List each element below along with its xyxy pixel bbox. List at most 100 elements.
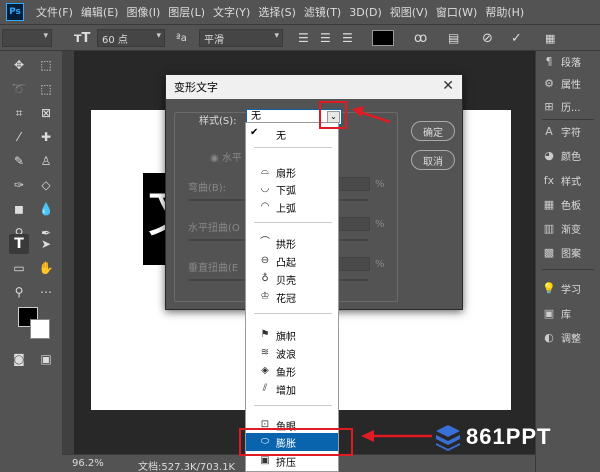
cancel-edit-icon[interactable]: ⊘ bbox=[482, 29, 493, 47]
eraser-tool-icon[interactable]: ◇ bbox=[36, 175, 56, 195]
character-panel-icon[interactable]: ▤ bbox=[448, 29, 459, 47]
commit-edit-icon[interactable]: ✓ bbox=[511, 29, 522, 47]
screen-mode-icon[interactable]: ▣ bbox=[36, 349, 56, 369]
3d-text-icon[interactable]: ▦ bbox=[545, 29, 555, 47]
align-left-icon[interactable]: ☰ bbox=[298, 29, 309, 47]
healing-brush-icon[interactable]: ✚ bbox=[36, 127, 56, 147]
panel-properties[interactable]: ⚙ 属性 bbox=[536, 73, 600, 93]
menu-select[interactable]: 选择(S) bbox=[254, 4, 300, 20]
dropdown-item-arch[interactable]: ⌒ 拱形 bbox=[246, 234, 338, 252]
dialog-title: 变形文字 bbox=[174, 81, 218, 94]
options-bar: ▾ ᴛT 60 点 ▾ ªa 平滑 ▾ ☰ ☰ ☰ ꝏ ▤ ⊘ ✓ ▦ bbox=[0, 25, 600, 51]
align-right-icon[interactable]: ☰ bbox=[342, 29, 353, 47]
type-tool-icon[interactable]: T bbox=[9, 234, 29, 254]
history-brush-icon[interactable]: ✑ bbox=[9, 175, 29, 195]
dropdown-item-wave[interactable]: ≋ 波浪 bbox=[246, 344, 338, 362]
menu-layer[interactable]: 图层(L) bbox=[164, 4, 209, 20]
annotation-highlight-box bbox=[239, 428, 353, 456]
menu-image[interactable]: 图像(I) bbox=[122, 4, 164, 20]
lasso-tool-icon[interactable]: ➰ bbox=[9, 79, 29, 99]
shape-tool-icon[interactable]: ▭ bbox=[9, 258, 29, 278]
align-center-icon[interactable]: ☰ bbox=[320, 29, 331, 47]
panel-patterns[interactable]: ▩ 图案 bbox=[536, 242, 600, 262]
eyedropper-tool-icon[interactable]: ⁄ bbox=[9, 127, 29, 147]
cancel-button[interactable]: 取消 bbox=[411, 150, 455, 170]
menu-help[interactable]: 帮助(H) bbox=[481, 4, 528, 20]
divider bbox=[254, 147, 332, 148]
shell-lower-icon: ♁ bbox=[261, 273, 269, 284]
menu-window[interactable]: 窗口(W) bbox=[432, 4, 481, 20]
dropdown-item-arc-lower[interactable]: ◡ 下弧 bbox=[246, 180, 338, 198]
blur-tool-icon[interactable]: 💧 bbox=[36, 199, 56, 219]
bend-input[interactable] bbox=[336, 177, 370, 191]
crop-tool-icon[interactable]: ⌗ bbox=[9, 103, 29, 123]
hdistort-input[interactable] bbox=[336, 217, 370, 231]
dropdown-item-rise[interactable]: ⫽ 增加 bbox=[246, 380, 338, 398]
gradient-tool-icon[interactable]: ◼ bbox=[9, 199, 29, 219]
path-select-icon[interactable]: ➤ bbox=[36, 234, 56, 254]
dropdown-item-flag[interactable]: ⚑ 旗帜 bbox=[246, 326, 338, 344]
menu-view[interactable]: 视图(V) bbox=[386, 4, 432, 20]
chevron-down-icon: ▾ bbox=[43, 31, 48, 41]
panel-label: 颜色 bbox=[561, 151, 581, 163]
menu-filter[interactable]: 滤镜(T) bbox=[300, 4, 345, 20]
divider bbox=[542, 269, 594, 270]
panel-learn[interactable]: 💡 学习 bbox=[536, 278, 600, 298]
dropdown-item-arc-upper[interactable]: ◠ 上弧 bbox=[246, 198, 338, 216]
ok-button[interactable]: 确定 bbox=[411, 121, 455, 141]
panel-styles[interactable]: fx 样式 bbox=[536, 170, 600, 190]
dropdown-item-bulge[interactable]: ⊖ 凸起 bbox=[246, 252, 338, 270]
warp-text-icon[interactable]: ꝏ bbox=[414, 29, 427, 47]
history-icon: ⊞ bbox=[544, 99, 554, 113]
dropdown-item-label: 挤压 bbox=[276, 458, 296, 469]
dropdown-item-arc[interactable]: ⌓ 扇形 bbox=[246, 163, 338, 181]
close-icon[interactable]: ✕ bbox=[442, 78, 454, 94]
dropdown-item-fish[interactable]: ◈ 鱼形 bbox=[246, 362, 338, 380]
panel-paragraph[interactable]: ¶ 段落 bbox=[536, 51, 600, 71]
clone-stamp-icon[interactable]: ♙ bbox=[36, 151, 56, 171]
zoom-tool-icon[interactable]: ⚲ bbox=[9, 282, 29, 302]
horizontal-radio[interactable]: ◉ 水平 bbox=[210, 149, 242, 164]
panel-swatches[interactable]: ▦ 色板 bbox=[536, 194, 600, 214]
marquee-tool-icon[interactable]: ⬚ bbox=[36, 55, 56, 75]
background-color-swatch[interactable] bbox=[30, 319, 50, 339]
font-family-select[interactable]: ▾ bbox=[2, 29, 52, 47]
panel-color[interactable]: ◕ 颜色 bbox=[536, 145, 600, 165]
hdistort-label: 水平扭曲(O bbox=[188, 223, 240, 234]
dropdown-item-label: 增加 bbox=[276, 386, 296, 397]
menu-type[interactable]: 文字(Y) bbox=[209, 4, 254, 20]
hand-tool-icon[interactable]: ✋ bbox=[36, 258, 56, 278]
brush-tool-icon[interactable]: ✎ bbox=[9, 151, 29, 171]
panel-gradient[interactable]: ▥ 渐变 bbox=[536, 218, 600, 238]
panel-history[interactable]: ⊞ 历... bbox=[536, 96, 600, 116]
dropdown-item-label: 无 bbox=[276, 131, 286, 142]
menu-file[interactable]: 文件(F) bbox=[32, 4, 77, 20]
font-size-icon: ᴛT bbox=[74, 30, 91, 46]
panel-label: 样式 bbox=[561, 176, 581, 188]
dropdown-item-shell-lower[interactable]: ♁ 贝壳 bbox=[246, 270, 338, 288]
adjustments-icon: ◐ bbox=[544, 330, 554, 344]
hdistort-percent: % bbox=[375, 219, 385, 230]
character-icon: A bbox=[545, 124, 553, 138]
panel-character[interactable]: A 字符 bbox=[536, 121, 600, 141]
vdistort-input[interactable] bbox=[336, 257, 370, 271]
more-tools-icon[interactable]: ⋯ bbox=[36, 282, 56, 302]
quick-mask-icon[interactable]: ◙ bbox=[9, 349, 29, 369]
antialias-select[interactable]: 平滑 ▾ bbox=[199, 29, 283, 47]
panel-adjustments[interactable]: ◐ 调整 bbox=[536, 327, 600, 347]
frame-tool-icon[interactable]: ⊠ bbox=[36, 103, 56, 123]
dropdown-item-label: 凸起 bbox=[276, 258, 296, 269]
font-size-select[interactable]: 60 点 ▾ bbox=[97, 29, 165, 47]
dropdown-item-label: 上弧 bbox=[276, 204, 296, 215]
object-select-icon[interactable]: ⬚ bbox=[36, 79, 56, 99]
text-color-swatch[interactable] bbox=[372, 29, 394, 47]
move-tool-icon[interactable]: ✥ bbox=[9, 55, 29, 75]
annotation-highlight-box bbox=[319, 101, 347, 129]
menu-edit[interactable]: 编辑(E) bbox=[77, 4, 123, 20]
properties-icon: ⚙ bbox=[544, 76, 554, 90]
panel-library[interactable]: ▣ 库 bbox=[536, 303, 600, 323]
zoom-level[interactable]: 96.2% bbox=[72, 458, 104, 469]
dropdown-item-shell-upper[interactable]: ♔ 花冠 bbox=[246, 288, 338, 306]
menu-3d[interactable]: 3D(D) bbox=[345, 6, 386, 19]
dropdown-item-label: 波浪 bbox=[276, 350, 296, 361]
